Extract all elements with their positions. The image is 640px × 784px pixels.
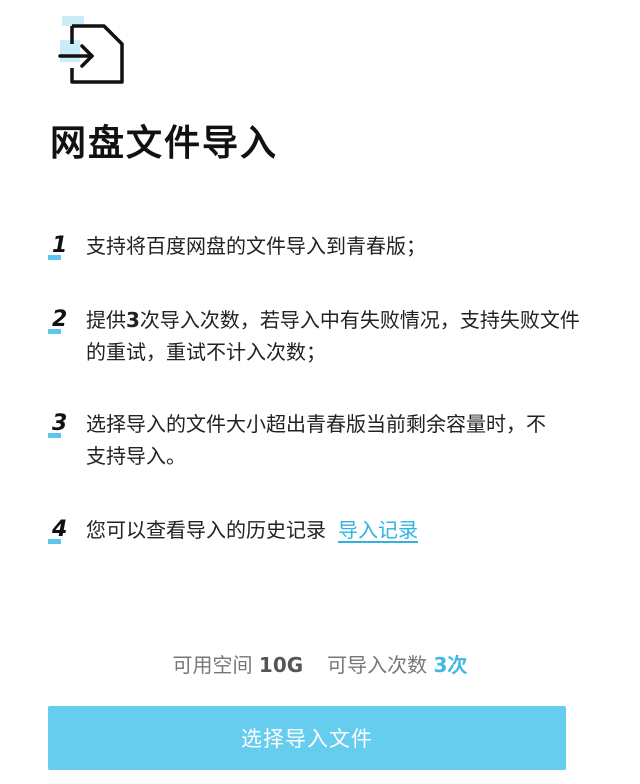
- available-space-label: 可用空间: [172, 653, 253, 677]
- rule-number-3: 3: [48, 408, 74, 440]
- rule-number-2: 2: [48, 304, 74, 336]
- available-space-value: 10G: [258, 653, 304, 677]
- page-title: 网盘文件导入: [50, 123, 279, 164]
- import-count-label: 可导入次数: [327, 653, 428, 677]
- select-import-file-button[interactable]: 选择导入文件: [48, 706, 566, 770]
- rule-text-4: 您可以查看导入的历史记录 导入记录: [86, 518, 418, 542]
- rule-text-2: 提供3次导入次数，若导入中有失败情况，支持失败文件的重试，重试不计入次数；: [86, 308, 580, 364]
- rule-number-1: 1: [48, 230, 74, 262]
- rule-text-1: 支持将百度网盘的文件导入到青春版；: [86, 234, 426, 258]
- quota-summary: 可用空间 10G 可导入次数 3次: [0, 650, 640, 680]
- import-history-link[interactable]: 导入记录: [338, 518, 418, 542]
- import-count-value: 3次: [433, 653, 468, 677]
- file-import-icon: [52, 14, 132, 90]
- rule-number-4: 4: [48, 514, 74, 546]
- import-count-inline: 3: [126, 308, 140, 332]
- rule-text-3: 选择导入的文件大小超出青春版当前剩余容量时，不支持导入。: [86, 412, 546, 468]
